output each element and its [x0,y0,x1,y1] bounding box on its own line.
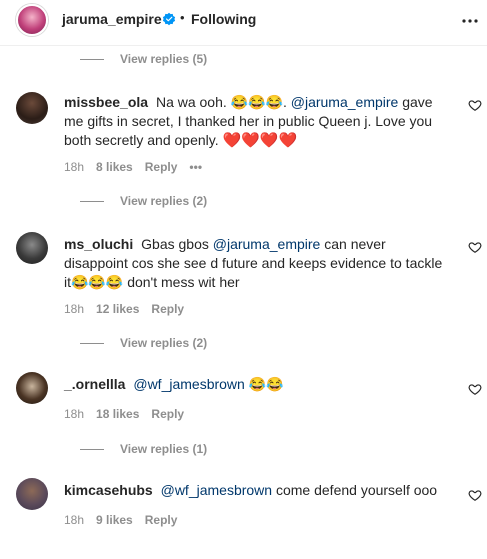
comment-likes[interactable]: 8 likes [96,160,133,174]
mention-link[interactable]: @wf_jamesbrown [161,482,272,498]
comment-meta: 18h 18 likes Reply [64,407,196,421]
reply-button[interactable]: Reply [145,160,178,174]
commenter-username[interactable]: missbee_ola [64,94,148,110]
commenter-avatar[interactable] [16,478,48,510]
view-replies-label: View replies (5) [120,52,208,66]
comment-text: ms_oluchi Gbas gbos @jaruma_empire can n… [64,235,448,292]
mention-link[interactable]: @jaruma_empire [213,236,321,252]
view-replies-label: View replies (2) [120,194,208,208]
like-heart-icon[interactable] [468,98,482,112]
mention-link[interactable]: @jaruma_empire [291,94,399,110]
commenter-username[interactable]: _.ornellla [64,376,125,392]
comment-text-part: . [282,94,287,110]
comment-likes[interactable]: 9 likes [96,513,133,527]
comment-more-options[interactable]: ••• [189,160,202,174]
view-replies-button[interactable]: View replies (5) [80,51,207,67]
comment-text: _.ornellla @wf_jamesbrown 😂😂 [64,375,448,394]
laughing-emoji: 😂😂😂 [230,94,283,110]
verified-badge-icon [162,12,176,26]
comment-text-part: don't mess wit her [127,274,240,290]
commenter-username[interactable]: kimcasehubs [64,482,153,498]
more-options-icon[interactable] [460,11,480,31]
comment-time: 18h [64,302,85,316]
comment-text: missbee_ola Na wa ooh. 😂😂😂. @jaruma_empi… [64,93,448,150]
comment-meta: 18h 9 likes Reply [64,513,189,527]
laughing-emoji: 😂😂 [248,376,284,392]
view-replies-button[interactable]: View replies (2) [80,335,207,351]
view-replies-button[interactable]: View replies (2) [80,193,207,209]
commenter-avatar[interactable] [16,372,48,404]
comment-time: 18h [64,407,85,421]
reply-button[interactable]: Reply [151,302,184,316]
view-replies-line [80,58,104,60]
commenter-avatar[interactable] [16,92,48,124]
comment-text-part: come defend yourself ooo [275,482,438,498]
laughing-emoji: 😂😂😂 [71,274,124,290]
comment-meta: 18h 12 likes Reply [64,302,196,316]
comment-time: 18h [64,513,85,527]
like-heart-icon[interactable] [468,488,482,502]
view-replies-label: View replies (1) [120,442,208,456]
comment-time: 18h [64,160,85,174]
commenter-avatar[interactable] [16,232,48,264]
comment-likes[interactable]: 18 likes [96,407,139,421]
comment-meta: 18h 8 likes Reply ••• [64,160,214,174]
view-replies-button[interactable]: View replies (1) [80,441,207,457]
reply-button[interactable]: Reply [145,513,178,527]
author-avatar[interactable] [16,4,48,36]
following-button[interactable]: Following [191,11,256,27]
like-heart-icon[interactable] [468,240,482,254]
commenter-username[interactable]: ms_oluchi [64,236,133,252]
post-header: jaruma_empire • Following [0,0,487,46]
comment-text-part: Gbas gbos [141,236,209,252]
comment-likes[interactable]: 12 likes [96,302,139,316]
view-replies-line [80,342,104,344]
like-heart-icon[interactable] [468,382,482,396]
view-replies-line [80,200,104,202]
comment-text-part: Na wa ooh. [155,94,227,110]
reply-button[interactable]: Reply [151,407,184,421]
view-replies-line [80,448,104,450]
author-username[interactable]: jaruma_empire [62,11,162,27]
header-separator: • [180,10,185,25]
comment-text: kimcasehubs @wf_jamesbrown come defend y… [64,481,448,500]
mention-link[interactable]: @wf_jamesbrown [133,376,244,392]
red-heart-emoji: ❤️❤️❤️❤️ [222,132,298,149]
view-replies-label: View replies (2) [120,336,208,350]
